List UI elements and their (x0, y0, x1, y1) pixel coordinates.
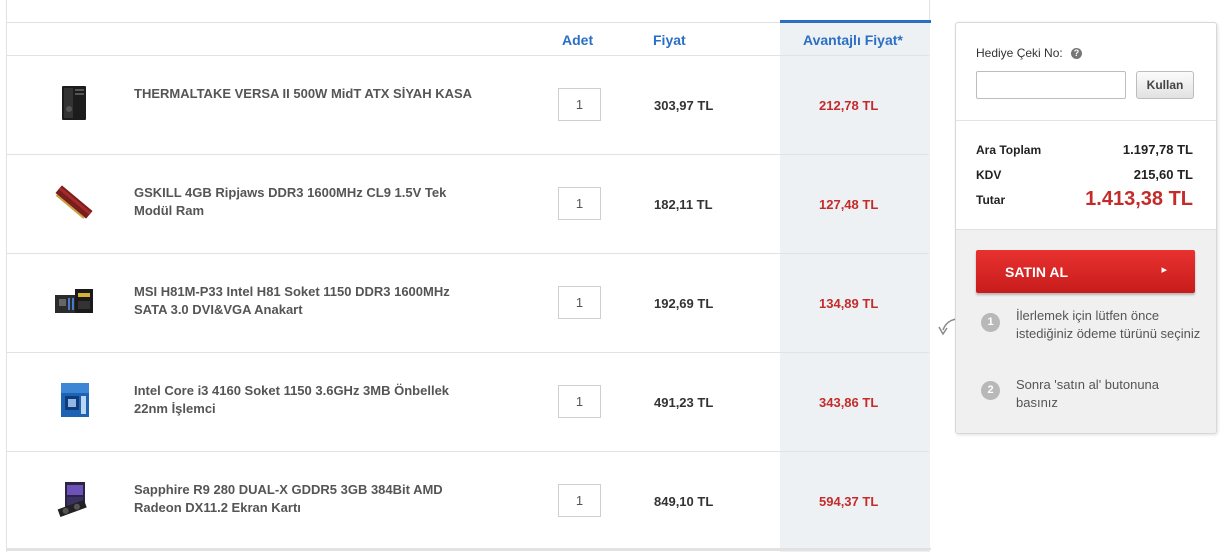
step-text-2: Sonra 'satın al' butonuna basınız (1016, 377, 1160, 410)
order-summary-panel: Hediye Çeki No: ? Kullan Ara Toplam 1.19… (955, 22, 1217, 434)
gift-voucher-input[interactable] (976, 71, 1126, 99)
quantity-input[interactable]: 1 (558, 88, 601, 121)
product-price: 182,11 TL (654, 197, 713, 212)
pc-case-icon[interactable] (51, 83, 97, 123)
tax-value: 215,60 TL (1133, 167, 1193, 182)
cpu-box-icon[interactable] (51, 380, 97, 420)
total-value: 1.413,38 TL (1085, 188, 1193, 210)
ram-icon[interactable] (51, 182, 97, 222)
table-header: Adet Fiyat Avantajlı Fiyat* (7, 23, 929, 56)
advantage-price: 212,78 TL (819, 98, 879, 113)
subtotal-label: Ara Toplam (976, 143, 1042, 157)
buy-button[interactable]: SATIN AL ▸ (976, 250, 1195, 293)
product-name[interactable]: Intel Core i3 4160 Soket 1150 3.6GHz 3MB… (134, 382, 474, 418)
quantity-input[interactable]: 1 (558, 385, 601, 418)
product-price: 192,69 TL (654, 296, 714, 311)
divider (956, 120, 1216, 121)
step-number-1: 1 (981, 313, 1000, 332)
advantage-price: 127,48 TL (819, 197, 879, 212)
advantage-price: 343,86 TL (819, 395, 879, 410)
product-price: 849,10 TL (654, 494, 714, 509)
table-row: GSKILL 4GB Ripjaws DDR3 1600MHz CL9 1.5V… (7, 155, 929, 254)
question-icon[interactable]: ? (1071, 48, 1082, 59)
use-voucher-button[interactable]: Kullan (1136, 71, 1194, 99)
table-row: THERMALTAKE VERSA II 500W MidT ATX SİYAH… (7, 56, 929, 155)
table-row: Intel Core i3 4160 Soket 1150 3.6GHz 3MB… (7, 353, 929, 452)
motherboard-icon[interactable] (51, 281, 97, 321)
cart-table: Adet Fiyat Avantajlı Fiyat* THERMALTAKE … (6, 0, 931, 552)
arrow-right-icon: ▸ (1161, 264, 1167, 276)
product-price: 303,97 TL (654, 98, 714, 113)
product-name[interactable]: MSI H81M-P33 Intel H81 Soket 1150 DDR3 1… (134, 283, 474, 319)
advantage-price: 134,89 TL (819, 296, 879, 311)
graphics-card-icon[interactable] (51, 479, 97, 519)
quantity-input[interactable]: 1 (558, 286, 601, 319)
buy-button-label: SATIN AL (1005, 264, 1068, 280)
product-name[interactable]: GSKILL 4GB Ripjaws DDR3 1600MHz CL9 1.5V… (134, 184, 474, 220)
product-name[interactable]: THERMALTAKE VERSA II 500W MidT ATX SİYAH… (134, 85, 474, 103)
table-row: MSI H81M-P33 Intel H81 Soket 1150 DDR3 1… (7, 254, 929, 353)
tax-label: KDV (976, 168, 1002, 182)
quantity-input[interactable]: 1 (558, 187, 601, 220)
header-advantage-price: Avantajlı Fiyat* (803, 32, 903, 48)
product-price: 491,23 TL (654, 395, 714, 410)
product-name[interactable]: Sapphire R9 280 DUAL-X GDDR5 3GB 384Bit … (134, 481, 474, 517)
gift-voucher-label: Hediye Çeki No: (976, 46, 1063, 60)
table-row: Sapphire R9 280 DUAL-X GDDR5 3GB 384Bit … (7, 452, 929, 551)
step-number-2: 2 (981, 381, 1000, 400)
step-text-1: İlerlemek için lütfen önce istediğiniz ö… (1016, 308, 1201, 341)
subtotal-value: 1.197,78 TL (1122, 142, 1193, 157)
header-quantity: Adet (562, 32, 594, 48)
table-bottom-border (7, 548, 931, 550)
total-label: Tutar (976, 193, 1006, 207)
header-price: Fiyat (653, 32, 686, 48)
quantity-input[interactable]: 1 (558, 484, 601, 517)
advantage-price: 594,37 TL (819, 494, 879, 509)
